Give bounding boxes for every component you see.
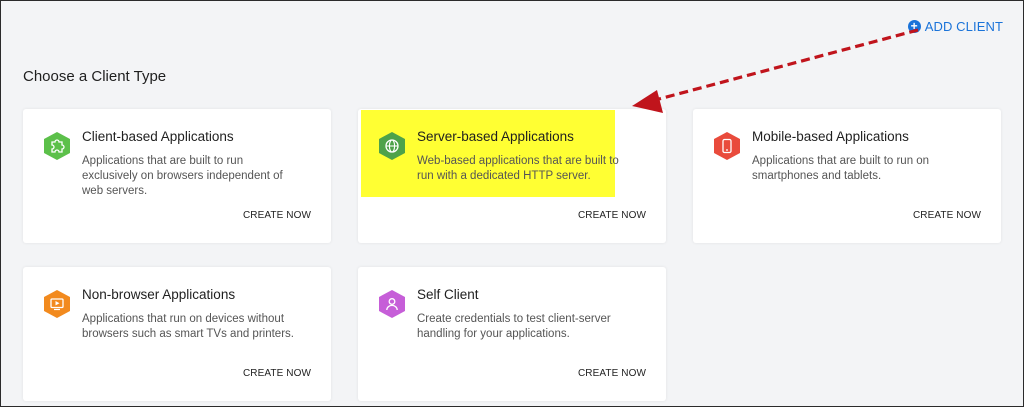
- card-mobile-based[interactable]: Mobile-based Applications Applications t…: [693, 109, 1001, 243]
- card-title: Server-based Applications: [417, 129, 574, 144]
- user-icon: [378, 289, 406, 319]
- mobile-icon: [713, 131, 741, 161]
- create-now-button[interactable]: CREATE NOW: [913, 210, 981, 221]
- create-now-button[interactable]: CREATE NOW: [578, 368, 646, 379]
- card-title: Mobile-based Applications: [752, 129, 909, 144]
- card-self-client[interactable]: Self Client Create credentials to test c…: [358, 267, 666, 401]
- add-client-label: ADD CLIENT: [924, 19, 1003, 34]
- create-now-button[interactable]: CREATE NOW: [243, 210, 311, 221]
- card-title: Self Client: [417, 287, 479, 302]
- card-client-based[interactable]: Client-based Applications Applications t…: [23, 109, 331, 243]
- card-non-browser[interactable]: Non-browser Applications Applications th…: [23, 267, 331, 401]
- create-now-button[interactable]: CREATE NOW: [578, 210, 646, 221]
- card-server-based[interactable]: Server-based Applications Web-based appl…: [358, 109, 666, 243]
- card-title: Non-browser Applications: [82, 287, 236, 302]
- card-description: Applications that are built to run on sm…: [752, 155, 930, 182]
- create-now-button[interactable]: CREATE NOW: [243, 368, 311, 379]
- page-title: Choose a Client Type: [23, 68, 167, 85]
- card-description: Web-based applications that are built to…: [417, 155, 619, 182]
- card-title: Client-based Applications: [82, 129, 234, 144]
- card-description: Applications that are built to run exclu…: [82, 155, 283, 197]
- plus-circle-icon: +: [907, 20, 921, 33]
- globe-icon: [378, 131, 406, 161]
- page-frame: + ADD CLIENT Choose a Client Type Client…: [0, 0, 1024, 407]
- card-description: Applications that run on devices without…: [82, 313, 294, 340]
- puzzle-icon: [43, 131, 71, 161]
- play-screen-icon: [43, 289, 71, 319]
- add-client-button[interactable]: + ADD CLIENT: [907, 19, 1003, 34]
- card-description: Create credentials to test client-server…: [417, 313, 611, 340]
